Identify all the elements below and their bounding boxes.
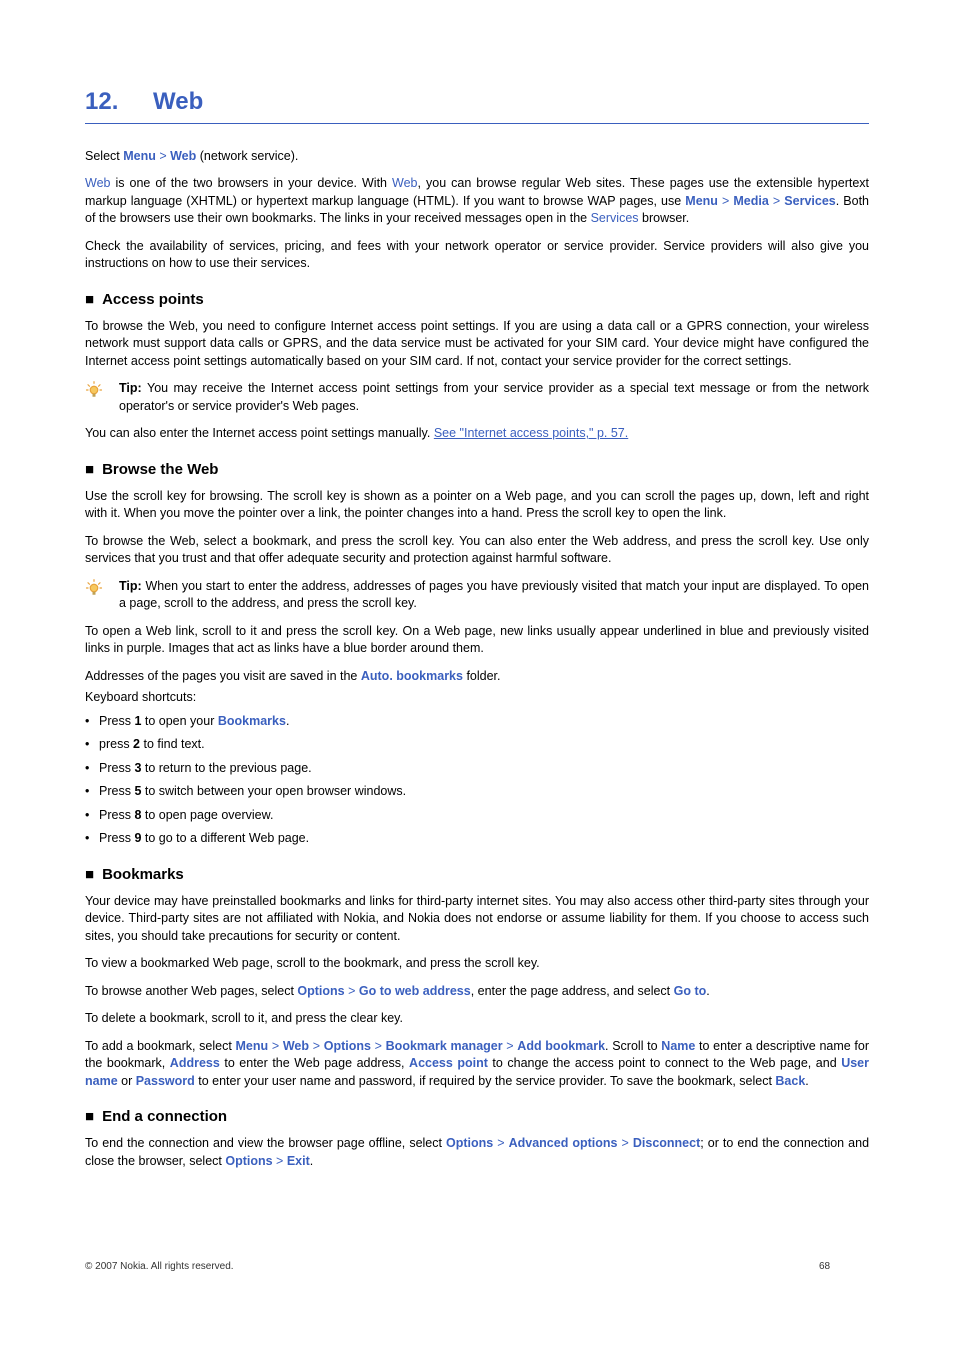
- ui-label: Auto. bookmarks: [361, 669, 463, 683]
- ui-label: Bookmarks: [218, 714, 286, 728]
- square-bullet-icon: ■: [85, 461, 94, 478]
- section-heading: ■Bookmarks: [85, 864, 869, 885]
- ui-label: Options: [446, 1136, 493, 1150]
- ui-label: Options: [225, 1154, 272, 1168]
- ui-label: Bookmark manager: [386, 1039, 503, 1053]
- body-text: Addresses of the pages you visit are sav…: [85, 668, 869, 686]
- body-text: To browse the Web, you need to configure…: [85, 318, 869, 371]
- ui-label: Web: [283, 1039, 309, 1053]
- ui-label: Go to web address: [359, 984, 471, 998]
- chapter-title: Web: [153, 88, 203, 115]
- tip-lightbulb-icon: [85, 578, 119, 597]
- ui-label: Web: [85, 176, 110, 190]
- ui-label: Password: [136, 1074, 195, 1088]
- ui-label: Back: [775, 1074, 805, 1088]
- copyright-text: © 2007 Nokia. All rights reserved.: [85, 1260, 819, 1274]
- body-text: Your device may have preinstalled bookma…: [85, 893, 869, 946]
- ui-label: Menu: [236, 1039, 269, 1053]
- list-item: Press 8 to open page overview.: [85, 807, 869, 825]
- cross-reference-link[interactable]: See "Internet access points," p. 57.: [434, 426, 628, 440]
- body-text: To browse the Web, select a bookmark, an…: [85, 533, 869, 568]
- body-text: To open a Web link, scroll to it and pre…: [85, 623, 869, 658]
- list-item: Press 5 to switch between your open brow…: [85, 783, 869, 801]
- list-item: press 2 to find text.: [85, 736, 869, 754]
- ui-label: Address: [170, 1056, 220, 1070]
- list-item: Press 9 to go to a different Web page.: [85, 830, 869, 848]
- chapter-heading: 12.Web: [85, 85, 869, 124]
- ui-label: Go to: [674, 984, 707, 998]
- page-number: 68: [819, 1260, 869, 1274]
- section-heading: ■Browse the Web: [85, 459, 869, 480]
- square-bullet-icon: ■: [85, 866, 94, 883]
- square-bullet-icon: ■: [85, 291, 94, 308]
- ui-label: Options: [324, 1039, 371, 1053]
- body-text: To end the connection and view the brows…: [85, 1135, 869, 1170]
- square-bullet-icon: ■: [85, 1108, 94, 1125]
- ui-label: Exit: [287, 1154, 310, 1168]
- body-text: Keyboard shortcuts:: [85, 689, 869, 707]
- ui-label: Services: [784, 194, 835, 208]
- tip-block: Tip: When you start to enter the address…: [85, 578, 869, 613]
- list-item: Press 3 to return to the previous page.: [85, 760, 869, 778]
- list-item: Press 1 to open your Bookmarks.: [85, 713, 869, 731]
- body-text: Select Menu > Web (network service).: [85, 148, 869, 166]
- body-text: To view a bookmarked Web page, scroll to…: [85, 955, 869, 973]
- ui-label: Add bookmark: [517, 1039, 605, 1053]
- ui-label: Name: [661, 1039, 695, 1053]
- chapter-number: 12.: [85, 85, 153, 119]
- shortcut-list: Press 1 to open your Bookmarks. press 2 …: [85, 713, 869, 848]
- tip-body: Tip: When you start to enter the address…: [119, 578, 869, 613]
- section-heading: ■Access points: [85, 289, 869, 310]
- body-text: To add a bookmark, select Menu > Web > O…: [85, 1038, 869, 1091]
- ui-label: Advanced options: [509, 1136, 618, 1150]
- body-text: Web is one of the two browsers in your d…: [85, 175, 869, 228]
- body-text: To browse another Web pages, select Opti…: [85, 983, 869, 1001]
- tip-body: Tip: You may receive the Internet access…: [119, 380, 869, 415]
- ui-label: Web: [392, 176, 417, 190]
- ui-label: Menu: [123, 149, 156, 163]
- tip-block: Tip: You may receive the Internet access…: [85, 380, 869, 415]
- ui-label: Access point: [409, 1056, 488, 1070]
- ui-label: Menu: [685, 194, 718, 208]
- ui-label: Disconnect: [633, 1136, 700, 1150]
- page-footer: © 2007 Nokia. All rights reserved. 68: [85, 1260, 869, 1274]
- body-text: You can also enter the Internet access p…: [85, 425, 869, 443]
- body-text: To delete a bookmark, scroll to it, and …: [85, 1010, 869, 1028]
- ui-label: Media: [733, 194, 768, 208]
- body-text: Check the availability of services, pric…: [85, 238, 869, 273]
- section-heading: ■End a connection: [85, 1106, 869, 1127]
- body-text: Use the scroll key for browsing. The scr…: [85, 488, 869, 523]
- ui-label: Services: [591, 211, 639, 225]
- ui-label: Web: [170, 149, 196, 163]
- ui-label: Options: [297, 984, 344, 998]
- tip-lightbulb-icon: [85, 380, 119, 399]
